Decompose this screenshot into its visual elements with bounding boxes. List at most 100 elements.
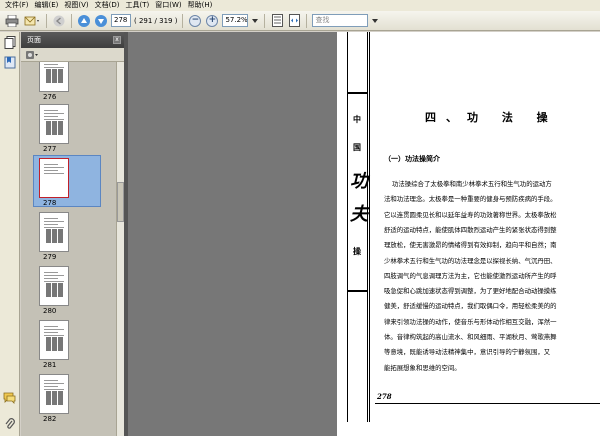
menu-tools[interactable]: 工具(T) <box>123 0 153 11</box>
chapter-title: 四、功 法 操 <box>425 111 558 124</box>
toolbar-separator <box>71 13 72 28</box>
body-line: 健美，舒适缓慢的运动特点，我们取偶口令，用轻松柔美的的 <box>384 302 557 311</box>
thumbnail-line <box>44 224 58 225</box>
page-number: 278 <box>377 392 392 401</box>
fit-width-icon <box>288 14 300 27</box>
close-panel-button[interactable]: x <box>113 36 121 44</box>
back-button[interactable] <box>52 13 66 29</box>
page-thumbnail[interactable] <box>39 62 69 92</box>
thumbnail-label: 277 <box>43 145 57 153</box>
thumbnail-label: 278 <box>43 199 57 207</box>
page-thumbnail[interactable] <box>39 266 69 306</box>
body-line: 四肢调气的气息调理方法为主，它也能使激烈运动所产生的呼 <box>384 271 557 280</box>
page-thumbnail[interactable] <box>39 158 69 198</box>
menu-window[interactable]: 窗口(W) <box>152 0 184 11</box>
panel-header: 页面 x <box>21 32 124 48</box>
page-count: ( 291 / 319 ) <box>134 16 178 25</box>
thumbnail-line <box>44 221 64 222</box>
body-line: 法和功法理念。太极拳是一种重要的健身与预防疾病的手段。 <box>384 195 557 204</box>
zoom-out-button[interactable]: − <box>188 13 202 29</box>
body-line: 吸急促和心跳加速状态得到调整，为了更好地配合动动操摸练 <box>384 287 557 296</box>
footer-rule <box>375 403 600 404</box>
thumbnail-figure <box>58 121 63 135</box>
thumbnail-label: 279 <box>43 253 57 261</box>
page-thumbnail[interactable] <box>39 320 69 360</box>
options-icon <box>26 50 38 59</box>
thumbnail-label: 276 <box>43 93 57 101</box>
zoom-input[interactable]: 57.2% <box>222 14 249 27</box>
minus-icon: − <box>189 14 202 27</box>
menu-view[interactable]: 视图(V) <box>61 0 91 11</box>
panel-options[interactable] <box>21 48 124 62</box>
thumbnail-line <box>44 335 64 336</box>
side-char: 国 <box>353 142 361 152</box>
search-dropdown[interactable] <box>371 13 379 29</box>
thumbnail-line <box>44 67 64 68</box>
print-button[interactable] <box>4 13 20 29</box>
fit-width-button[interactable] <box>287 13 301 29</box>
menu-help[interactable]: 帮助(H) <box>185 0 216 11</box>
body-line: 舒适的运动特点，能使肌体四散烈运动产生的紧张状态得到整 <box>384 225 557 234</box>
thumbnail-figure <box>52 391 57 405</box>
menu-edit[interactable]: 编辑(E) <box>32 0 62 11</box>
printer-icon <box>5 14 19 27</box>
thumbnail-label: 281 <box>43 361 57 369</box>
thumbnail-figure <box>58 391 63 405</box>
thumbnail-figure <box>46 121 51 135</box>
thumbnail-figure <box>58 69 63 83</box>
thumbnail-line <box>44 116 58 117</box>
panel-splitter[interactable] <box>124 32 128 436</box>
thumbnail-figure <box>52 121 57 135</box>
arrow-down-icon <box>95 14 107 27</box>
side-rule <box>347 32 348 422</box>
email-button[interactable] <box>23 13 41 29</box>
page-thumbnail[interactable] <box>39 374 69 414</box>
thumbnail-figure <box>46 69 51 83</box>
comments-icon[interactable] <box>3 392 16 405</box>
thumbnail-figure <box>52 283 57 297</box>
bookmarks-icon[interactable] <box>3 56 16 69</box>
body-line: 能拓展想象和思维的空间。 <box>384 363 461 372</box>
chevron-down-icon <box>372 18 379 23</box>
fit-page-button[interactable] <box>270 13 284 29</box>
thumbnail-line <box>44 275 64 276</box>
plus-icon: + <box>206 14 219 27</box>
thumbnail-line <box>44 173 64 174</box>
thumbnail-scrollbar[interactable] <box>116 62 124 436</box>
document-page: 中 国 功 夫 操 四、功 法 操 （一）功法操简介 功法操综合了太极拳和南少林… <box>337 32 600 436</box>
toolbar: 278 ( 291 / 319 ) − + 57.2% 查找 <box>0 11 600 31</box>
side-rule <box>367 32 368 422</box>
menu-document[interactable]: 文档(D) <box>92 0 123 11</box>
page-thumbnail[interactable] <box>39 104 69 144</box>
zoom-dropdown[interactable] <box>251 13 259 29</box>
thumbnail-line <box>44 380 58 381</box>
prev-page-button[interactable] <box>77 13 91 29</box>
thumbnail-figure <box>46 283 51 297</box>
thumbnail-figure <box>58 337 63 351</box>
thumbnail-line <box>44 329 64 330</box>
search-input[interactable]: 查找 <box>312 14 369 27</box>
page-number-input[interactable]: 278 <box>111 14 131 27</box>
thumbnail-label: 282 <box>43 415 57 423</box>
thumbnail-line <box>44 281 64 282</box>
body-line: 律来引领功法操的动作，使音乐与形体动作相互交融，浑然一 <box>384 317 557 326</box>
zoom-in-button[interactable]: + <box>205 13 219 29</box>
side-char: 中 <box>353 114 361 124</box>
next-page-button[interactable] <box>94 13 108 29</box>
thumbnail-figure <box>46 391 51 405</box>
thumbnail-figure <box>52 337 57 351</box>
side-rule <box>369 32 370 422</box>
menu-file[interactable]: 文件(F) <box>2 0 32 11</box>
section-title: （一）功法操简介 <box>384 155 440 163</box>
page-thumbnail[interactable] <box>39 212 69 252</box>
attachments-icon[interactable] <box>3 418 16 431</box>
fit-page-icon <box>271 14 283 27</box>
thumbnail-line <box>44 218 58 219</box>
toolbar-separator <box>46 13 47 28</box>
thumbnail-line <box>44 326 58 327</box>
document-area: 中 国 功 夫 操 四、功 法 操 （一）功法操简介 功法操综合了太极拳和南少林… <box>124 32 600 436</box>
thumbnail-figure <box>58 283 63 297</box>
panel-title: 页面 <box>27 36 41 44</box>
scrollbar-thumb[interactable] <box>117 182 124 222</box>
pages-icon[interactable] <box>3 36 16 49</box>
